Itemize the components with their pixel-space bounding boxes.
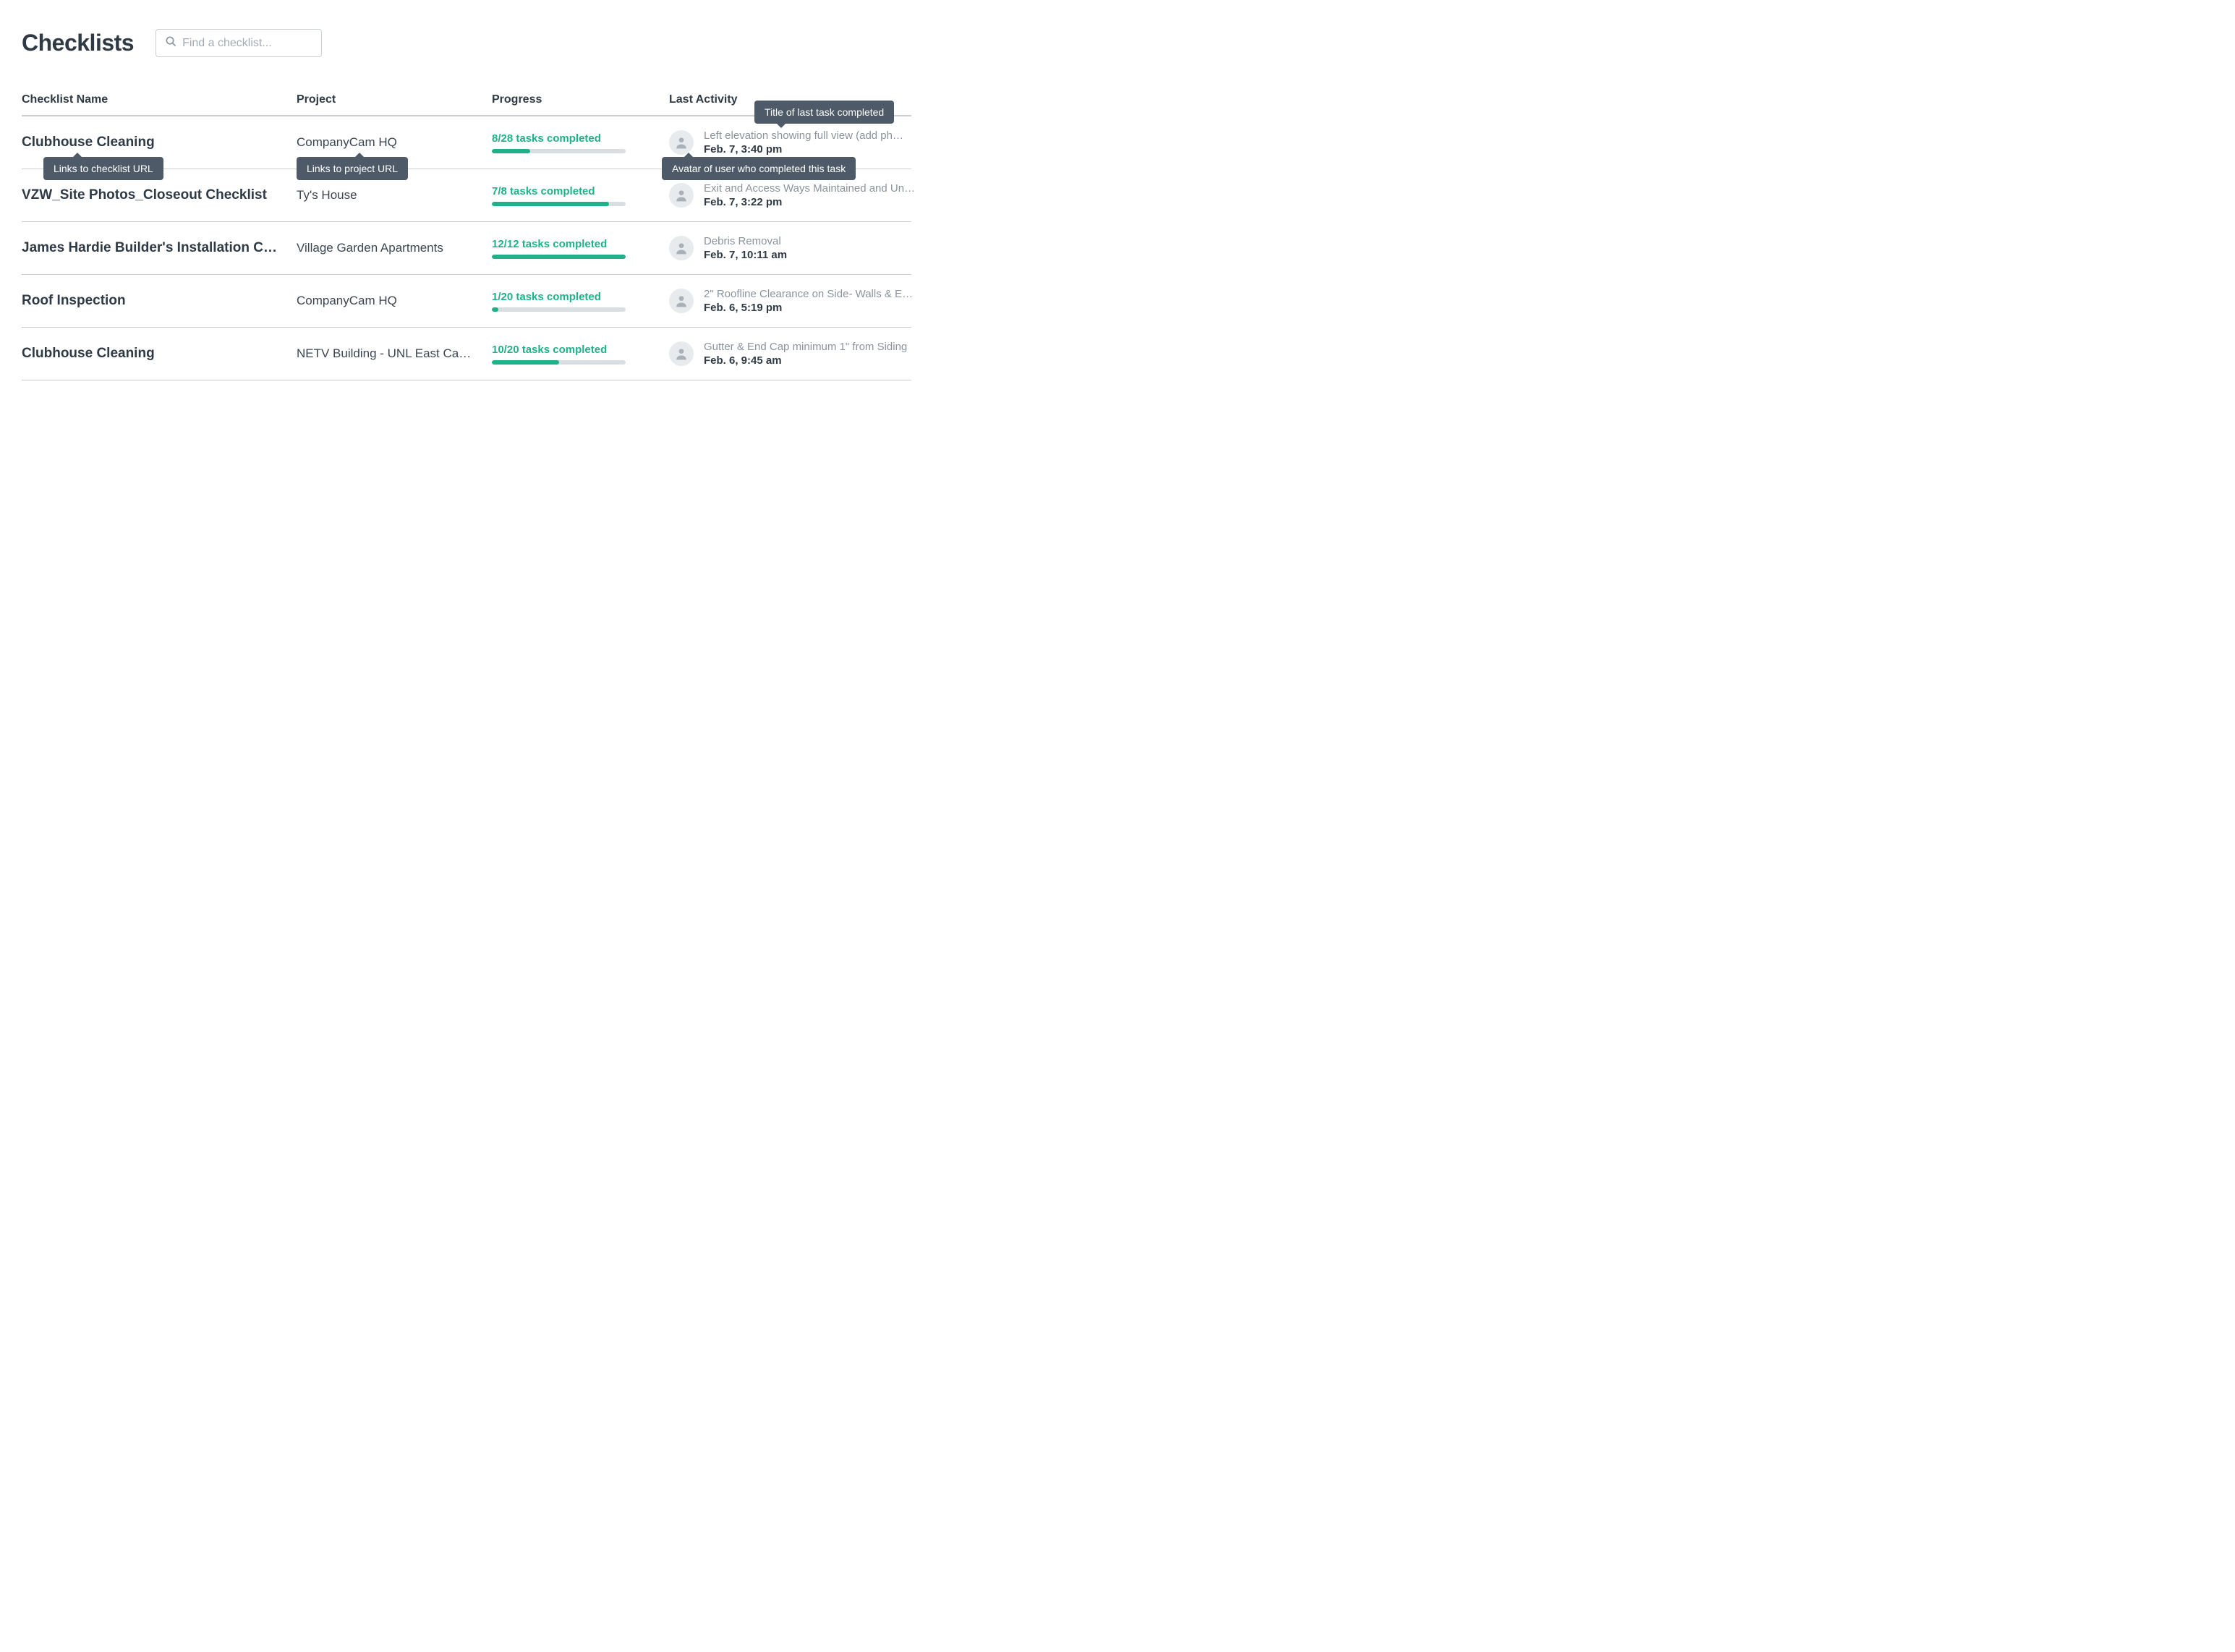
project-link[interactable]: Village Garden Apartments [297,241,492,255]
search-input[interactable] [182,37,312,50]
table-header: Checklist Name Project Progress Last Act… [22,93,911,116]
progress-fill [492,202,609,206]
progress-fill [492,307,498,312]
progress-cell: 1/20 tasks completed [492,288,669,312]
progress-text: 8/28 tasks completed [492,132,657,145]
progress-bar [492,307,626,312]
avatar[interactable] [669,341,694,366]
last-task-title: Exit and Access Ways Maintained and Un… [704,182,915,195]
progress-text: 12/12 tasks completed [492,238,657,250]
activity-cell: Exit and Access Ways Maintained and Un… … [669,182,927,208]
avatar[interactable] [669,130,694,155]
progress-cell: 12/12 tasks completed [492,235,669,259]
progress-bar [492,202,626,206]
progress-bar [492,149,626,153]
table-row: Links to checklist URL Links to project … [22,116,911,169]
activity-text: Exit and Access Ways Maintained and Un… … [704,182,915,208]
avatar[interactable] [669,183,694,208]
checklist-name-link[interactable]: VZW_Site Photos_Closeout Checklist [22,187,297,203]
table-row: Clubhouse Cleaning NETV Building - UNL E… [22,328,911,380]
project-link[interactable]: NETV Building - UNL East Cam… [297,346,492,361]
project-link[interactable]: Ty's House [297,188,492,203]
activity-cell: Left elevation showing full view (add ph… [669,129,915,156]
page-title: Checklists [22,30,134,56]
col-name: Checklist Name [22,93,297,106]
last-task-title: Left elevation showing full view (add ph… [704,129,903,142]
page-header: Checklists [22,29,911,57]
activity-date: Feb. 6, 9:45 am [704,354,907,367]
checklists-table: Checklist Name Project Progress Last Act… [22,93,911,380]
activity-cell: 2" Roofline Clearance on Side- Walls & E… [669,288,924,314]
progress-fill [492,255,626,259]
col-progress: Progress [492,93,669,106]
activity-cell: Debris Removal Feb. 7, 10:11 am [669,235,911,261]
activity-date: Feb. 7, 10:11 am [704,249,900,261]
activity-date: Feb. 7, 3:22 pm [704,196,915,208]
progress-text: 7/8 tasks completed [492,185,657,197]
last-task-title: Gutter & End Cap minimum 1" from Siding [704,341,907,353]
activity-text: Left elevation showing full view (add ph… [704,129,903,156]
checklist-name-link[interactable]: Roof Inspection [22,293,297,309]
table-row: James Hardie Builder's Installation C… V… [22,222,911,275]
checklist-name-link[interactable]: Clubhouse Cleaning [22,135,297,150]
progress-bar [492,360,626,365]
progress-cell: 8/28 tasks completed [492,129,669,153]
avatar[interactable] [669,289,694,313]
progress-fill [492,149,530,153]
project-link[interactable]: CompanyCam HQ [297,294,492,308]
last-task-title: 2" Roofline Clearance on Side- Walls & E… [704,288,913,300]
activity-text: 2" Roofline Clearance on Side- Walls & E… [704,288,913,314]
last-task-title: Debris Removal [704,235,900,247]
table-row: Roof Inspection CompanyCam HQ 1/20 tasks… [22,275,911,328]
progress-bar [492,255,626,259]
col-project: Project [297,93,492,106]
project-link[interactable]: CompanyCam HQ [297,135,492,150]
search-icon [165,35,176,51]
table-row: VZW_Site Photos_Closeout Checklist Ty's … [22,169,911,222]
progress-cell: 10/20 tasks completed [492,341,669,365]
search-field[interactable] [156,29,322,57]
progress-fill [492,360,559,365]
progress-text: 1/20 tasks completed [492,291,657,303]
activity-cell: Gutter & End Cap minimum 1" from Siding … [669,341,919,367]
col-activity: Last Activity [669,93,911,106]
progress-cell: 7/8 tasks completed [492,182,669,206]
activity-date: Feb. 6, 5:19 pm [704,302,913,314]
activity-text: Gutter & End Cap minimum 1" from Siding … [704,341,907,367]
checklist-name-link[interactable]: James Hardie Builder's Installation C… [22,240,297,256]
avatar[interactable] [669,236,694,260]
checklist-name-link[interactable]: Clubhouse Cleaning [22,346,297,362]
activity-date: Feb. 7, 3:40 pm [704,143,903,156]
progress-text: 10/20 tasks completed [492,344,657,356]
activity-text: Debris Removal Feb. 7, 10:11 am [704,235,900,261]
